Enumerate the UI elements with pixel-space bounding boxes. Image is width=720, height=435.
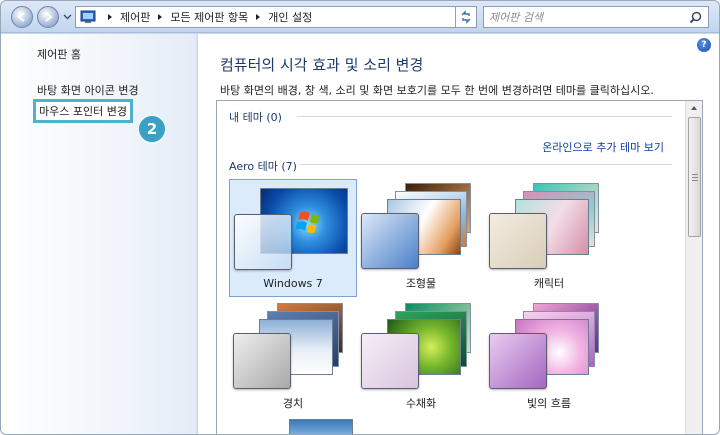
theme-color-swatch xyxy=(361,213,419,269)
breadcrumb-control-panel[interactable]: 제어판 xyxy=(120,9,150,25)
theme-nature[interactable]: 수채화 xyxy=(357,299,485,417)
theme-color-swatch xyxy=(489,213,547,269)
divider xyxy=(299,164,672,165)
theme-label: 캐릭터 xyxy=(533,277,565,290)
back-button[interactable] xyxy=(11,6,33,28)
breadcrumb-separator-icon[interactable] xyxy=(106,13,114,21)
arrow-right-icon xyxy=(45,12,53,22)
theme-color-swatch xyxy=(233,333,291,389)
arrow-left-icon xyxy=(17,12,25,22)
recent-pages-dropdown[interactable] xyxy=(63,12,72,21)
search-input[interactable] xyxy=(489,10,679,24)
help-icon[interactable]: ? xyxy=(697,38,711,52)
control-panel-icon xyxy=(80,10,96,23)
breadcrumb-personalization[interactable]: 개인 설정 xyxy=(268,9,312,25)
theme-label: 경치 xyxy=(282,397,304,410)
aero-themes-heading: Aero 테마 (7) xyxy=(229,160,297,173)
theme-color-swatch xyxy=(234,214,292,270)
theme-windows-7[interactable]: Windows 7 xyxy=(229,179,357,297)
refresh-icon xyxy=(461,10,471,24)
divider xyxy=(297,116,672,117)
window: 제어판 모든 제어판 항목 개인 설정 제어판 홈 바탕 화면 아이콘 변경 마… xyxy=(0,0,720,435)
page-description: 바탕 화면의 배경, 창 색, 소리 및 화면 보호기를 모두 한 번에 변경하… xyxy=(220,84,654,97)
theme-label: Windows 7 xyxy=(263,277,323,290)
navigation-bar: 제어판 모든 제어판 항목 개인 설정 xyxy=(1,1,719,33)
breadcrumb-separator-icon[interactable] xyxy=(156,13,164,21)
page-title: 컴퓨터의 시각 효과 및 소리 변경 xyxy=(220,56,424,74)
address-bar[interactable]: 제어판 모든 제어판 항목 개인 설정 xyxy=(75,6,477,28)
theme-list: 내 테마 (0) 온라인으로 추가 테마 보기 Aero 테마 (7) Wind… xyxy=(216,100,703,434)
theme-label: 빛의 흐름 xyxy=(527,397,571,410)
get-more-themes-online-link[interactable]: 온라인으로 추가 테마 보기 xyxy=(542,139,664,155)
breadcrumb: 제어판 모든 제어판 항목 개인 설정 xyxy=(100,9,312,25)
change-desktop-icons-link[interactable]: 바탕 화면 아이콘 변경 xyxy=(37,82,139,98)
search-box[interactable] xyxy=(483,6,709,28)
theme-light-auras[interactable]: 빛의 흐름 xyxy=(485,299,613,417)
theme-label: 조형물 xyxy=(405,277,437,290)
refresh-button[interactable] xyxy=(455,6,477,28)
theme-color-swatch xyxy=(361,333,419,389)
main-content: ? 컴퓨터의 시각 효과 및 소리 변경 바탕 화면의 배경, 창 색, 소리 … xyxy=(198,34,719,434)
control-panel-home-link[interactable]: 제어판 홈 xyxy=(37,46,81,62)
vertical-scrollbar[interactable] xyxy=(685,101,702,434)
breadcrumb-separator-icon[interactable] xyxy=(254,13,262,21)
change-mouse-pointers-link[interactable]: 마우스 포인터 변경 xyxy=(33,99,133,123)
breadcrumb-all-items[interactable]: 모든 제어판 항목 xyxy=(170,9,248,25)
forward-button[interactable] xyxy=(37,6,59,28)
left-task-pane: 제어판 홈 바탕 화면 아이콘 변경 마우스 포인터 변경 2 xyxy=(1,34,197,434)
scroll-up-arrow-icon[interactable] xyxy=(689,103,699,113)
theme-characters[interactable]: 캐릭터 xyxy=(485,179,613,297)
my-themes-heading: 내 테마 (0) xyxy=(229,111,282,124)
theme-color-swatch xyxy=(489,333,547,389)
theme-preview-wallpaper xyxy=(289,419,353,434)
theme-landscapes[interactable]: 경치 xyxy=(229,299,357,417)
scroll-thumb[interactable] xyxy=(688,117,701,237)
theme-label: 수채화 xyxy=(405,397,437,410)
theme-architecture[interactable]: 조형물 xyxy=(357,179,485,297)
search-icon[interactable] xyxy=(689,11,702,24)
scroll-grip xyxy=(692,174,698,181)
step-number-badge: 2 xyxy=(137,114,167,144)
